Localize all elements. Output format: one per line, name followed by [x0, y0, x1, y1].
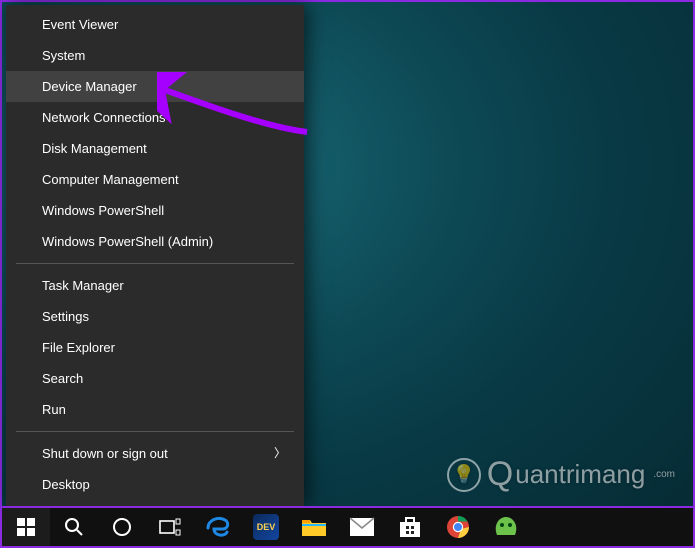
store-icon [398, 515, 422, 539]
menu-item-label: System [42, 40, 85, 71]
green-app[interactable] [482, 508, 530, 546]
menu-item-task-manager[interactable]: Task Manager [6, 270, 304, 301]
search-button[interactable] [50, 508, 98, 546]
task-view-button[interactable] [146, 508, 194, 546]
menu-item-label: Computer Management [42, 164, 179, 195]
desktop-screen: 💡 Q uantrimang .com Event Viewer System … [0, 0, 695, 548]
menu-item-settings[interactable]: Settings [6, 301, 304, 332]
menu-item-search[interactable]: Search [6, 363, 304, 394]
menu-separator [16, 263, 294, 264]
menu-item-label: Shut down or sign out [42, 438, 168, 469]
menu-item-windows-powershell[interactable]: Windows PowerShell [6, 195, 304, 226]
bulb-icon: 💡 [447, 458, 481, 492]
menu-item-label: Task Manager [42, 270, 124, 301]
folder-icon [301, 516, 327, 538]
windows-logo-icon [17, 518, 35, 536]
menu-item-label: Windows PowerShell [42, 195, 164, 226]
mail-app[interactable] [338, 508, 386, 546]
chevron-right-icon: 〉 [274, 438, 286, 469]
menu-item-disk-management[interactable]: Disk Management [6, 133, 304, 164]
search-icon [64, 517, 84, 537]
watermark: 💡 Q uantrimang .com [447, 455, 675, 494]
start-button[interactable] [2, 508, 50, 546]
file-explorer-app[interactable] [290, 508, 338, 546]
menu-item-label: Device Manager [42, 71, 137, 102]
cortana-icon [112, 517, 132, 537]
task-view-icon [159, 518, 181, 536]
watermark-text: uantrimang [515, 459, 645, 490]
dev-app[interactable]: DEV [242, 508, 290, 546]
menu-item-label: Search [42, 363, 83, 394]
menu-item-device-manager[interactable]: Device Manager [6, 71, 304, 102]
watermark-suffix: .com [653, 469, 675, 480]
menu-item-label: Settings [42, 301, 89, 332]
menu-item-event-viewer[interactable]: Event Viewer [6, 9, 304, 40]
menu-item-shutdown-signout[interactable]: Shut down or sign out 〉 [6, 438, 304, 469]
menu-item-label: Network Connections [42, 102, 166, 133]
menu-item-windows-powershell-admin[interactable]: Windows PowerShell (Admin) [6, 226, 304, 257]
menu-item-file-explorer[interactable]: File Explorer [6, 332, 304, 363]
watermark-lead: Q [487, 455, 513, 494]
menu-item-desktop[interactable]: Desktop [6, 469, 304, 500]
chrome-icon [446, 515, 470, 539]
taskbar[interactable]: DEV [2, 506, 693, 546]
dev-app-icon: DEV [253, 514, 279, 540]
cortana-button[interactable] [98, 508, 146, 546]
store-app[interactable] [386, 508, 434, 546]
menu-item-label: Run [42, 394, 66, 425]
menu-item-run[interactable]: Run [6, 394, 304, 425]
menu-separator [16, 431, 294, 432]
chrome-app[interactable] [434, 508, 482, 546]
edge-app[interactable] [194, 508, 242, 546]
winx-power-menu[interactable]: Event Viewer System Device Manager Netwo… [6, 5, 304, 506]
menu-item-network-connections[interactable]: Network Connections [6, 102, 304, 133]
menu-item-label: File Explorer [42, 332, 115, 363]
edge-icon [205, 514, 231, 540]
mail-icon [349, 517, 375, 537]
menu-item-system[interactable]: System [6, 40, 304, 71]
menu-item-computer-management[interactable]: Computer Management [6, 164, 304, 195]
green-blob-icon [493, 515, 519, 539]
menu-item-label: Event Viewer [42, 9, 118, 40]
menu-item-label: Disk Management [42, 133, 147, 164]
menu-item-label: Desktop [42, 469, 90, 500]
menu-item-label: Windows PowerShell (Admin) [42, 226, 213, 257]
